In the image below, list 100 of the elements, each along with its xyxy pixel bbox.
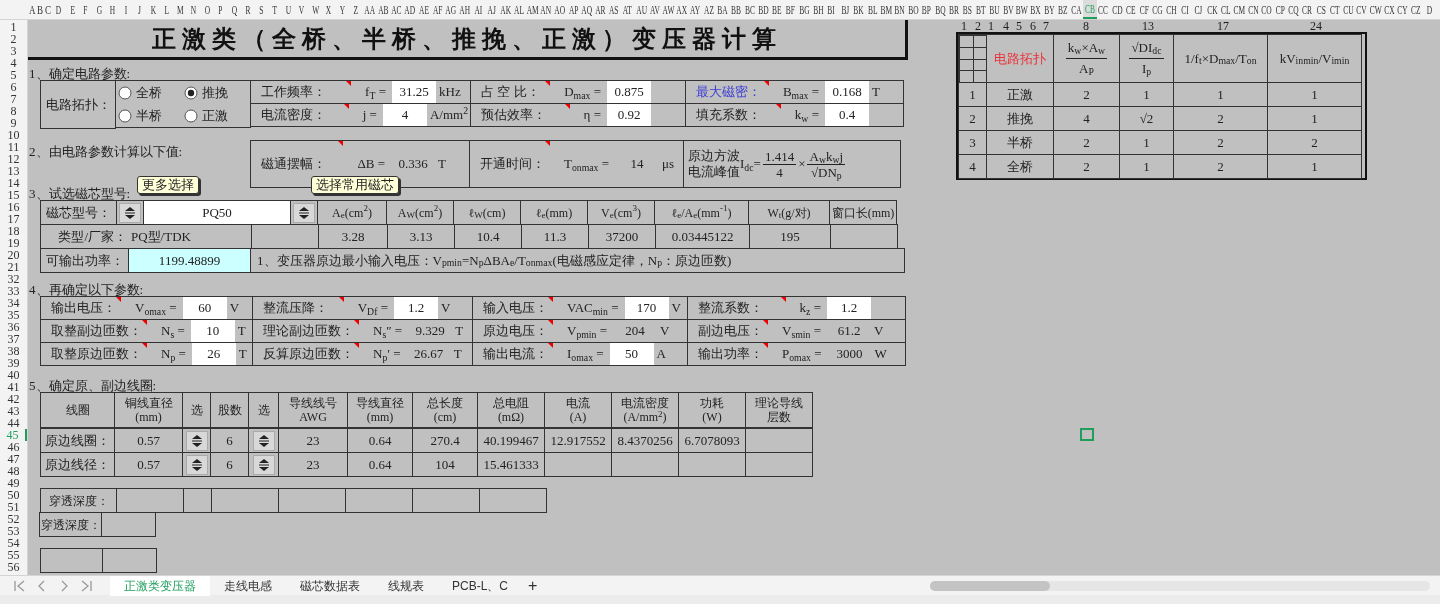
row-header[interactable]: 3 [0, 45, 27, 57]
radio-button[interactable] [184, 85, 198, 100]
column-header[interactable]: BD [756, 0, 771, 19]
row-header[interactable]: 10 [0, 129, 27, 141]
column-header[interactable]: S [254, 0, 268, 19]
column-header[interactable]: BS [960, 0, 975, 19]
column-header[interactable]: AL [512, 0, 526, 19]
row-header[interactable]: 39 [0, 357, 27, 369]
column-header[interactable]: D [52, 0, 66, 19]
row-header[interactable]: 5 [0, 69, 27, 81]
add-sheet-button[interactable]: + [522, 577, 544, 594]
column-header[interactable]: U [281, 0, 295, 19]
input-field[interactable]: 0.92 [607, 104, 651, 126]
row-header[interactable]: 38 [0, 345, 27, 357]
column-header[interactable]: BV [1001, 0, 1015, 19]
column-header[interactable]: CQ [1286, 0, 1301, 19]
row-header[interactable]: 47 [0, 453, 27, 465]
column-header[interactable]: CZ [1409, 0, 1423, 19]
callout[interactable]: 选择常用磁芯 [311, 176, 399, 194]
column-header[interactable]: R [241, 0, 255, 19]
column-header[interactable]: X [322, 0, 336, 19]
sheet-tab[interactable]: 走线电感 [210, 575, 286, 596]
row-header[interactable]: 48 [0, 465, 27, 477]
column-header[interactable]: BK [851, 0, 866, 19]
column-header[interactable]: CN [1246, 0, 1260, 19]
column-header[interactable]: B [36, 0, 44, 19]
sheet-tab[interactable]: 正激类变压器 [110, 575, 210, 596]
column-header[interactable]: AS [607, 0, 621, 19]
row-header[interactable]: 11 [0, 141, 27, 153]
column-header[interactable]: L [160, 0, 174, 19]
sheet-tab[interactable]: 线规表 [374, 575, 438, 596]
column-header[interactable]: A [28, 0, 36, 19]
row-header[interactable]: 19 [0, 237, 27, 249]
spinner-control[interactable] [293, 202, 315, 223]
column-header[interactable]: AR [593, 0, 608, 19]
row-header[interactable]: 37 [0, 333, 27, 345]
radio-button[interactable] [118, 85, 132, 100]
column-header[interactable]: M [173, 0, 187, 19]
column-header[interactable]: CW [1368, 0, 1383, 19]
sheet-tab[interactable]: PCB-L、C [438, 575, 522, 596]
input-field[interactable]: 1.2 [394, 297, 438, 319]
option-label[interactable]: 全桥 [136, 82, 162, 103]
column-header[interactable]: BU [987, 0, 1002, 19]
column-header[interactable]: AM [525, 0, 540, 19]
sheet-tab[interactable]: 磁芯数据表 [286, 575, 374, 596]
column-header[interactable]: Q [227, 0, 241, 19]
column-header[interactable]: BL [865, 0, 880, 19]
column-header[interactable]: AD [403, 0, 417, 19]
row-header[interactable]: 44 [0, 417, 27, 429]
column-header[interactable]: BA [715, 0, 730, 19]
spinner-control[interactable] [119, 202, 141, 223]
column-header[interactable]: BG [797, 0, 812, 19]
input-field[interactable]: 10 [190, 320, 235, 342]
column-header[interactable]: BC [743, 0, 757, 19]
input-field[interactable]: 0.875 [607, 81, 651, 103]
row-header[interactable]: 12 [0, 153, 27, 165]
column-header[interactable]: BR [947, 0, 961, 19]
column-header[interactable]: BZ [1055, 0, 1070, 19]
row-header[interactable]: 4 [0, 57, 27, 69]
column-header[interactable]: AZ [702, 0, 716, 19]
input-field[interactable]: 60 [182, 297, 227, 319]
input-field[interactable]: 0.4 [825, 104, 869, 126]
column-header[interactable]: AC [389, 0, 404, 19]
row-header[interactable]: 46 [0, 441, 27, 453]
row-header[interactable]: 36 [0, 321, 27, 333]
column-header[interactable]: AB [376, 0, 390, 19]
callout[interactable]: 更多选择 [137, 176, 199, 194]
row-header[interactable]: 41 [0, 381, 27, 393]
column-header[interactable]: CP [1273, 0, 1287, 19]
row-header[interactable]: 50 [0, 489, 27, 501]
column-header[interactable]: AY [688, 0, 703, 19]
column-header[interactable]: E [65, 0, 79, 19]
row-header[interactable]: 7 [0, 93, 27, 105]
spinner-control[interactable] [252, 430, 275, 451]
column-header[interactable]: CM [1232, 0, 1247, 19]
column-header[interactable]: CH [1164, 0, 1179, 19]
option-label[interactable]: 正激 [202, 105, 228, 126]
row-header[interactable]: 49 [0, 477, 27, 489]
column-header[interactable]: BE [770, 0, 784, 19]
column-header[interactable]: CT [1327, 0, 1342, 19]
row-header[interactable]: 51 [0, 501, 27, 513]
column-header[interactable]: AK [498, 0, 513, 19]
input-field[interactable]: 26 [191, 343, 236, 365]
row-header[interactable]: 42 [0, 393, 27, 405]
column-header[interactable]: AU [634, 0, 648, 19]
row-header[interactable]: 20 [0, 249, 27, 261]
row-header[interactable]: 13 [0, 165, 27, 177]
radio-button[interactable] [118, 108, 132, 123]
column-header[interactable]: CX [1382, 0, 1396, 19]
column-header[interactable]: AX [675, 0, 689, 19]
row-header[interactable]: 53 [0, 525, 27, 537]
column-header[interactable]: AE [416, 0, 431, 19]
column-header[interactable]: AT [620, 0, 635, 19]
column-header[interactable]: CI [1178, 0, 1192, 19]
row-header[interactable]: 8 [0, 105, 27, 117]
column-header[interactable]: CA [1069, 0, 1083, 19]
column-header[interactable]: AJ [484, 0, 499, 19]
column-header[interactable]: CO [1259, 0, 1274, 19]
column-header[interactable]: AP [566, 0, 580, 19]
input-field[interactable]: 0.168 [825, 81, 869, 103]
